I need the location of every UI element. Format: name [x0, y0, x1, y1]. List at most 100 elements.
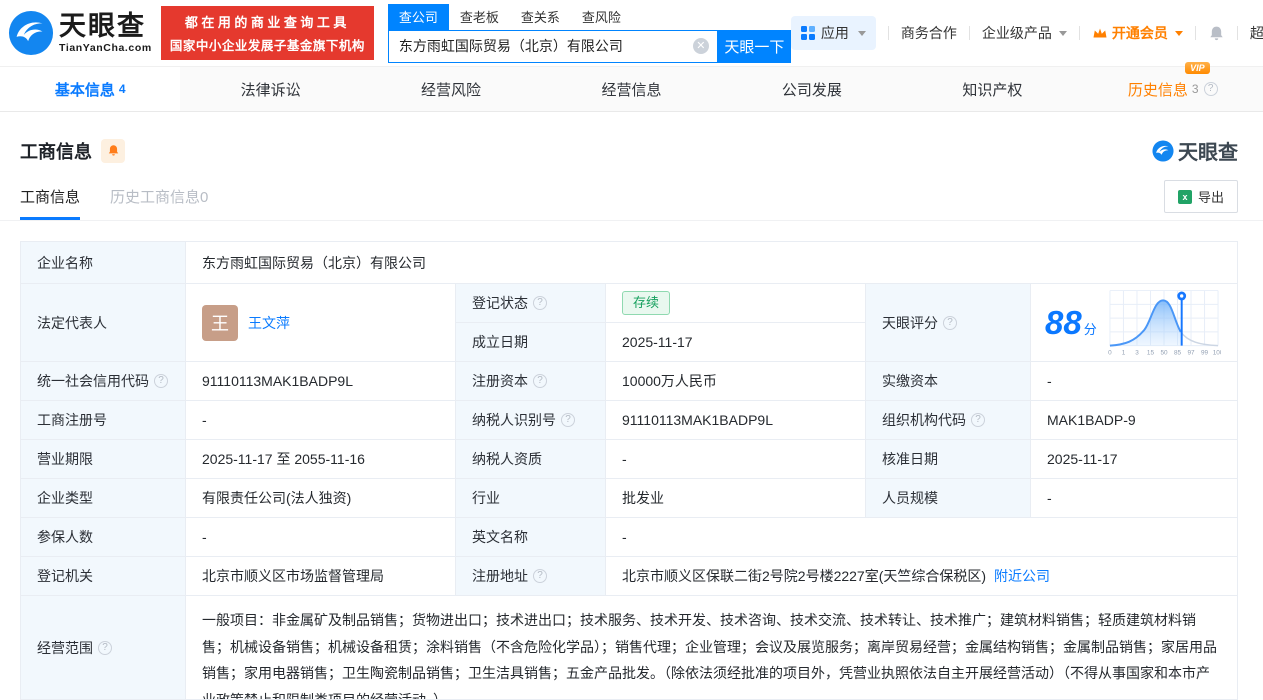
tab-company-development[interactable]: 公司发展	[722, 67, 902, 111]
help-icon[interactable]: ?	[533, 374, 547, 388]
tianyancha-logo-icon	[8, 10, 54, 56]
field-value-industry: 批发业	[606, 479, 866, 518]
field-label-insured-count: 参保人数	[21, 518, 186, 557]
field-label-reg-address: 注册地址 ?	[456, 557, 606, 596]
svg-text:50: 50	[1160, 349, 1168, 356]
field-label-company-type: 企业类型	[21, 479, 186, 518]
field-value-reg-capital: 10000万人民币	[606, 362, 866, 401]
help-icon[interactable]: ?	[971, 413, 985, 427]
field-value-reg-authority: 北京市顺义区市场监督管理局	[186, 557, 456, 596]
field-label-reg-authority: 登记机关	[21, 557, 186, 596]
field-value-taxpayer-quality: -	[606, 440, 866, 479]
notification-bell-icon[interactable]	[1208, 25, 1225, 42]
field-value-score: 88 分	[1031, 284, 1238, 362]
score-value: 88	[1045, 306, 1082, 339]
field-label-english-name: 英文名称	[456, 518, 606, 557]
field-value-staff-size: -	[1031, 479, 1238, 518]
vip-badge: VIP	[1185, 62, 1210, 74]
score-distribution-chart: 0 1 3 15 50 85 97 99 100	[1107, 288, 1221, 358]
svg-text:99: 99	[1201, 349, 1209, 356]
brand-slogan-badge: 都在用的商业查询工具 国家中小企业发展子基金旗下机构	[161, 6, 374, 60]
field-value-reg-number: -	[186, 401, 456, 440]
help-icon[interactable]: ?	[533, 296, 547, 310]
tianyancha-logo[interactable]: 天眼查 TianYanCha.com	[8, 10, 152, 56]
legal-rep-link[interactable]: 王文萍	[248, 313, 290, 333]
field-value-business-scope: 一般项目：非金属矿及制品销售；货物进出口；技术进出口；技术服务、技术开发、技术咨…	[186, 596, 1238, 700]
svg-text:3: 3	[1135, 349, 1139, 356]
clear-input-icon[interactable]: ✕	[693, 38, 709, 54]
svg-text:15: 15	[1147, 349, 1155, 356]
tab-operating-risk[interactable]: 经营风险	[361, 67, 541, 111]
field-label-taxpayer-id: 纳税人识别号 ?	[456, 401, 606, 440]
svg-text:100: 100	[1212, 349, 1220, 356]
field-value-legal-rep: 王 王文萍	[186, 284, 456, 362]
search-tab-company[interactable]: 查公司	[388, 4, 449, 30]
search-tab-risk[interactable]: 查风险	[571, 4, 632, 30]
top-navigation: 应用 商务合作 企业级产品 开通会员 超级风...	[791, 16, 1263, 50]
score-unit: 分	[1084, 319, 1097, 338]
help-icon[interactable]: ?	[533, 569, 547, 583]
nav-cooperation[interactable]: 商务合作	[901, 23, 957, 43]
company-detail-tabs: 基本信息 4 法律诉讼 经营风险 经营信息 公司发展 知识产权 历史信息 3 ?…	[0, 66, 1263, 112]
field-label-reg-capital: 注册资本 ?	[456, 362, 606, 401]
nav-enterprise[interactable]: 企业级产品	[982, 23, 1067, 43]
field-label-approval-date: 核准日期	[866, 440, 1031, 479]
field-label-company-name: 企业名称	[21, 242, 186, 284]
help-icon[interactable]: ?	[561, 413, 575, 427]
tab-history-info[interactable]: 历史信息 3 ? VIP	[1083, 67, 1263, 111]
field-label-reg-number: 工商注册号	[21, 401, 186, 440]
search-tab-relation[interactable]: 查关系	[510, 4, 571, 30]
nearby-companies-link[interactable]: 附近公司	[994, 566, 1050, 586]
field-value-insured-count: -	[186, 518, 456, 557]
field-value-english-name: -	[606, 518, 1238, 557]
subtab-history-business-info[interactable]: 历史工商信息0	[110, 186, 208, 220]
search-tab-boss[interactable]: 查老板	[449, 4, 510, 30]
field-label-score: 天眼评分 ?	[866, 284, 1031, 362]
search-tabs: 查公司 查老板 查关系 查风险	[388, 4, 791, 30]
svg-text:0: 0	[1108, 349, 1112, 356]
user-menu[interactable]: 超级风...	[1250, 23, 1263, 43]
help-icon[interactable]: ?	[1204, 82, 1218, 96]
slogan-line2: 国家中小企业发展子基金旗下机构	[170, 35, 365, 54]
watermark-logo: 天眼查	[1152, 136, 1238, 165]
slogan-line1: 都在用的商业查询工具	[170, 12, 365, 31]
header: 天眼查 TianYanCha.com 都在用的商业查询工具 国家中小企业发展子基…	[0, 0, 1263, 66]
help-icon[interactable]: ?	[154, 374, 168, 388]
tab-legal-litigation[interactable]: 法律诉讼	[180, 67, 360, 111]
field-value-paid-capital: -	[1031, 362, 1238, 401]
address-text: 北京市顺义区保联二街2号院2号楼2227室(天竺综合保税区)	[622, 566, 986, 586]
subtab-business-info[interactable]: 工商信息	[20, 186, 80, 220]
field-label-business-term: 营业期限	[21, 440, 186, 479]
field-value-approval-date: 2025-11-17	[1031, 440, 1238, 479]
search-button[interactable]: 天眼一下	[718, 30, 791, 63]
field-value-establish-date: 2025-11-17	[606, 323, 866, 362]
field-value-credit-code: 91110113MAK1BADP9L	[186, 362, 456, 401]
field-label-org-code: 组织机构代码 ?	[866, 401, 1031, 440]
field-value-org-code: MAK1BADP-9	[1031, 401, 1238, 440]
tab-operating-info[interactable]: 经营信息	[541, 67, 721, 111]
field-value-business-term: 2025-11-17 至 2055-11-16	[186, 440, 456, 479]
apps-menu[interactable]: 应用	[791, 16, 876, 50]
brand-domain: TianYanCha.com	[59, 43, 152, 54]
help-icon[interactable]: ?	[98, 641, 112, 655]
tab-intellectual-property[interactable]: 知识产权	[902, 67, 1082, 111]
svg-text:85: 85	[1174, 349, 1182, 356]
chevron-down-icon	[1059, 31, 1067, 36]
tab-basic-info[interactable]: 基本信息 4	[0, 67, 180, 111]
field-label-staff-size: 人员规模	[866, 479, 1031, 518]
export-button[interactable]: x 导出	[1164, 180, 1238, 213]
help-icon[interactable]: ?	[943, 316, 957, 330]
field-value-reg-status: 存续	[606, 284, 866, 323]
user-name: 超级风...	[1250, 23, 1263, 43]
chevron-down-icon	[1175, 31, 1183, 36]
search-input[interactable]	[389, 38, 717, 54]
field-label-taxpayer-quality: 纳税人资质	[456, 440, 606, 479]
tab-count: 3	[1192, 82, 1199, 96]
avatar[interactable]: 王	[202, 305, 238, 341]
status-badge: 存续	[622, 291, 670, 315]
field-label-industry: 行业	[456, 479, 606, 518]
monitor-bell-icon[interactable]	[101, 139, 125, 163]
nav-open-vip[interactable]: 开通会员	[1092, 23, 1183, 43]
subtab-row: 工商信息 历史工商信息0 x 导出	[0, 179, 1263, 221]
excel-icon: x	[1178, 190, 1192, 204]
